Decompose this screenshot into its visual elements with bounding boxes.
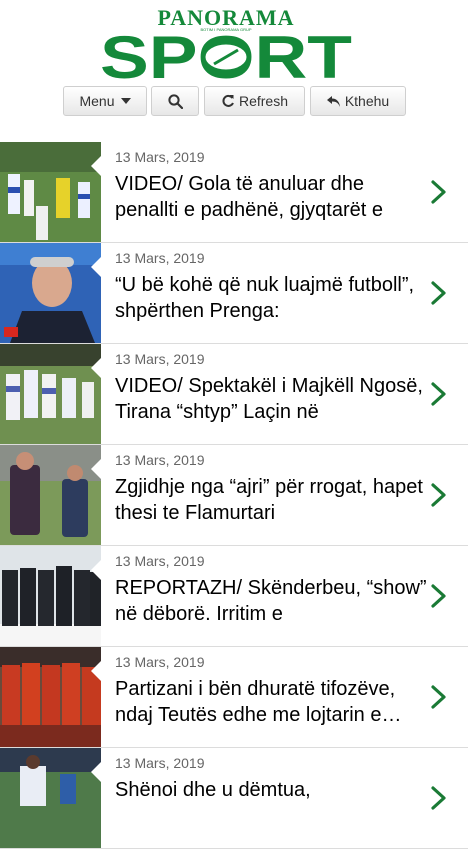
article-title[interactable]: Zgjidhje nga “ajri” për rrogat, hapet th…	[115, 474, 427, 526]
menu-button[interactable]: Menu	[63, 86, 147, 116]
refresh-button[interactable]: Refresh	[204, 86, 305, 116]
article-item[interactable]: 13 Mars, 2019 “U bë kohë që nuk luajmë f…	[0, 243, 468, 344]
search-icon	[167, 93, 183, 109]
article-item[interactable]: 13 Mars, 2019 VIDEO/ Gola të anuluar dhe…	[0, 142, 468, 243]
back-button[interactable]: Kthehu	[310, 86, 406, 116]
chevron-right-icon[interactable]	[428, 481, 450, 509]
article-item[interactable]: 13 Mars, 2019 Partizani i bën dhuratë ti…	[0, 647, 468, 748]
article-title[interactable]: VIDEO/ Gola të anuluar dhe penallti e pa…	[115, 171, 427, 223]
article-thumbnail[interactable]	[0, 243, 101, 343]
article-date: 13 Mars, 2019	[115, 351, 205, 367]
article-item[interactable]: 13 Mars, 2019 REPORTAZH/ Skënderbeu, “sh…	[0, 546, 468, 647]
chevron-right-icon[interactable]	[428, 380, 450, 408]
reply-arrow-icon	[326, 95, 340, 107]
toolbar: Menu Refresh Kthehu	[0, 86, 468, 118]
article-title[interactable]: REPORTAZH/ Skënderbeu, “show” në dëborë.…	[115, 575, 427, 627]
article-date: 13 Mars, 2019	[115, 654, 205, 670]
article-thumbnail[interactable]	[0, 142, 101, 242]
article-date: 13 Mars, 2019	[115, 553, 205, 569]
article-list: 13 Mars, 2019 VIDEO/ Gola të anuluar dhe…	[0, 142, 468, 849]
article-date: 13 Mars, 2019	[115, 755, 205, 771]
chevron-right-icon[interactable]	[428, 279, 450, 307]
article-title[interactable]: Partizani i bën dhuratë tifozëve, ndaj T…	[115, 676, 427, 728]
chevron-right-icon[interactable]	[428, 178, 450, 206]
back-label: Kthehu	[344, 93, 390, 109]
ball-icon	[202, 41, 250, 73]
chevron-right-icon[interactable]	[428, 582, 450, 610]
article-date: 13 Mars, 2019	[115, 452, 205, 468]
chevron-right-icon[interactable]	[428, 784, 450, 812]
article-title[interactable]: VIDEO/ Spektakël i Majkëll Ngosë, Tirana…	[115, 373, 427, 425]
search-button[interactable]	[151, 86, 199, 116]
article-item[interactable]: 13 Mars, 2019 Shënoi dhe u dëmtua,	[0, 748, 468, 849]
article-thumbnail[interactable]	[0, 647, 101, 747]
menu-label: Menu	[79, 93, 115, 109]
refresh-icon	[222, 94, 234, 107]
article-title[interactable]: “U bë kohë që nuk luajmë futboll”, shpër…	[115, 272, 427, 324]
article-thumbnail[interactable]	[0, 344, 101, 444]
article-thumbnail[interactable]	[0, 748, 101, 848]
panorama-sport-logo[interactable]: PANORAMA BOTIM I PANORAMA GRUP SPORT	[97, 6, 355, 80]
article-title[interactable]: Shënoi dhe u dëmtua,	[115, 777, 427, 829]
caret-down-icon	[120, 98, 131, 104]
article-item[interactable]: 13 Mars, 2019 VIDEO/ Spektakël i Majkëll…	[0, 344, 468, 445]
article-thumbnail[interactable]	[0, 445, 101, 545]
chevron-right-icon[interactable]	[428, 683, 450, 711]
header: PANORAMA BOTIM I PANORAMA GRUP SPORT Men…	[0, 0, 468, 140]
article-thumbnail[interactable]	[0, 546, 101, 646]
article-date: 13 Mars, 2019	[115, 250, 205, 266]
article-date: 13 Mars, 2019	[115, 149, 205, 165]
refresh-label: Refresh	[238, 93, 289, 109]
article-item[interactable]: 13 Mars, 2019 Zgjidhje nga “ajri” për rr…	[0, 445, 468, 546]
